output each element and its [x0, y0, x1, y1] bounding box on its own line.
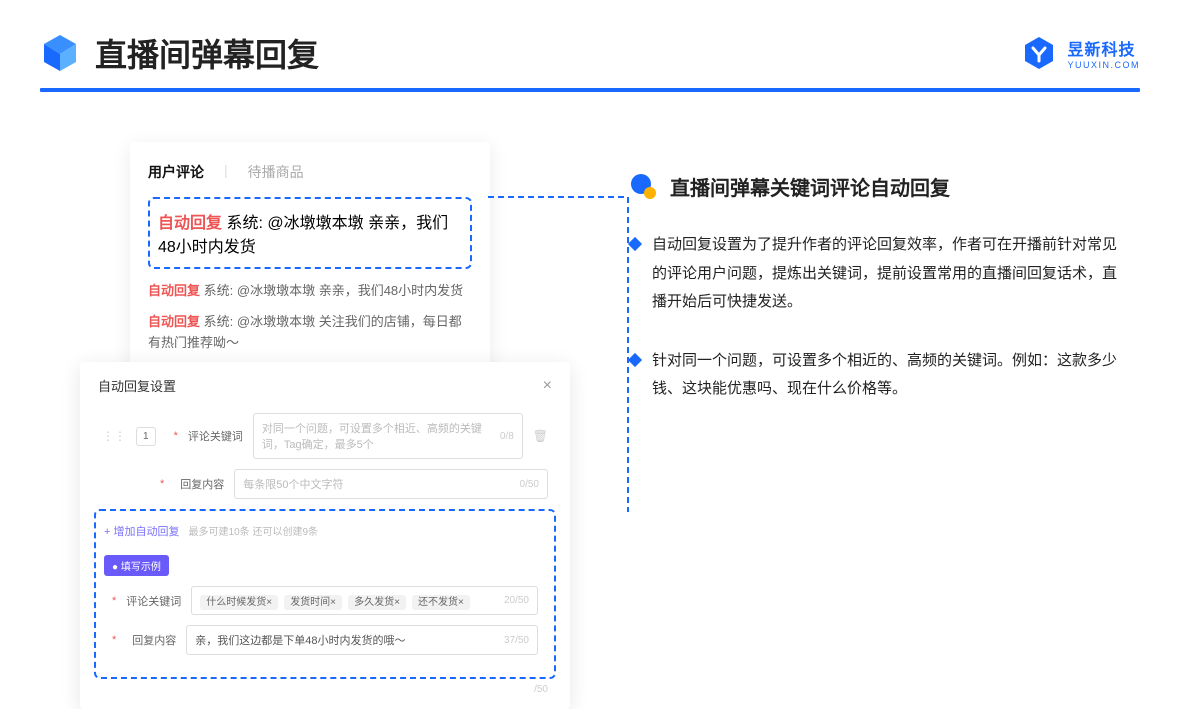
delete-icon[interactable]: 🗑: [533, 429, 548, 443]
keyword-count: 0/8: [500, 431, 514, 442]
close-icon[interactable]: ×: [543, 377, 552, 395]
comments-card: 用户评论 | 待播商品 自动回复 系统: @冰墩墩本墩 亲亲，我们48小时内发货…: [130, 142, 490, 383]
ex-content-input[interactable]: 亲，我们这边都是下单48小时内发货的哦～ 37/50: [186, 625, 538, 655]
ex-keyword-input[interactable]: 什么时候发货× 发货时间× 多久发货× 还不发货× 20/50: [191, 586, 538, 615]
sys-prefix: 系统:: [204, 314, 234, 329]
keyword-input[interactable]: 对同一个问题，可设置多个相近、高频的关键词，Tag确定，最多5个 0/8: [253, 413, 523, 459]
comment-text: @冰墩墩本墩 亲亲，我们48小时内发货: [237, 283, 463, 298]
outer-count: /50: [534, 684, 548, 695]
add-auto-reply-link[interactable]: + 增加自动回复: [104, 523, 179, 539]
bullet-item: 自动回复设置为了提升作者的评论回复效率，作者可在开播前针对常见的评论用户问题，提…: [630, 231, 1120, 317]
ex-keyword-count: 20/50: [504, 595, 529, 606]
required-mark: *: [160, 478, 164, 490]
auto-reply-tag: 自动回复: [148, 314, 200, 329]
right-column: 直播间弹幕关键词评论自动回复 自动回复设置为了提升作者的评论回复效率，作者可在开…: [630, 142, 1120, 434]
form-row-content: * 回复内容 每条限50个中文字符 0/50: [94, 469, 556, 499]
section-title: 直播间弹幕关键词评论自动回复: [670, 172, 950, 201]
sys-prefix: 系统:: [226, 215, 262, 232]
title-group: 直播间弹幕回复: [40, 30, 319, 76]
keyword-label: 评论关键词: [188, 428, 243, 444]
required-mark: *: [112, 634, 116, 646]
form-row-keyword: ⋮⋮ 1 * 评论关键词 对同一个问题，可设置多个相近、高频的关键词，Tag确定…: [94, 413, 556, 459]
add-hint: 最多可建10条 还可以创建9条: [189, 527, 318, 538]
auto-reply-tag: 自动回复: [158, 215, 222, 232]
index-badge: 1: [136, 427, 156, 446]
brand-name-cn: 昱新科技: [1067, 36, 1140, 60]
chat-bubble-icon: [630, 173, 658, 201]
content-input[interactable]: 每条限50个中文字符 0/50: [234, 469, 548, 499]
content-area: 用户评论 | 待播商品 自动回复 系统: @冰墩墩本墩 亲亲，我们48小时内发货…: [0, 92, 1180, 434]
content-label: 回复内容: [174, 476, 224, 492]
drag-handle-icon[interactable]: ⋮⋮: [102, 429, 126, 443]
required-mark: *: [112, 595, 116, 607]
bullet-text: 自动回复设置为了提升作者的评论回复效率，作者可在开播前针对常见的评论用户问题，提…: [652, 231, 1120, 317]
tag-pill[interactable]: 发货时间×: [284, 595, 342, 610]
tag-pill[interactable]: 多久发货×: [348, 595, 406, 610]
page-title: 直播间弹幕回复: [95, 30, 319, 76]
diamond-bullet-icon: [628, 237, 642, 251]
sys-prefix: 系统:: [204, 283, 234, 298]
ex-content-count: 37/50: [504, 635, 529, 646]
ex-keyword-label: 评论关键词: [126, 593, 181, 609]
brand-group: 昱新科技 YUUXIN.COM: [1021, 35, 1140, 71]
settings-card: 自动回复设置 × ⋮⋮ 1 * 评论关键词 对同一个问题，可设置多个相近、高频的…: [80, 362, 570, 709]
cube-icon: [40, 33, 80, 73]
left-column: 用户评论 | 待播商品 自动回复 系统: @冰墩墩本墩 亲亲，我们48小时内发货…: [130, 142, 570, 434]
ex-content-label: 回复内容: [126, 632, 176, 648]
brand-logo-icon: [1021, 35, 1057, 71]
auto-reply-tag: 自动回复: [148, 283, 200, 298]
page-header: 直播间弹幕回复 昱新科技 YUUXIN.COM: [0, 0, 1180, 76]
brand-name-en: YUUXIN.COM: [1067, 60, 1140, 70]
tab-pending-goods[interactable]: 待播商品: [248, 162, 304, 182]
bullet-text: 针对同一个问题，可设置多个相近的、高频的关键词。例如：这款多少钱、这块能优惠吗、…: [652, 347, 1120, 404]
example-keyword-row: * 评论关键词 什么时候发货× 发货时间× 多久发货× 还不发货× 20/50: [104, 586, 546, 615]
tag-pill[interactable]: 还不发货×: [412, 595, 470, 610]
brand-text: 昱新科技 YUUXIN.COM: [1067, 36, 1140, 70]
tag-pill[interactable]: 什么时候发货×: [200, 595, 278, 610]
settings-title: 自动回复设置: [98, 376, 176, 395]
comment-row: 自动回复 系统: @冰墩墩本墩 亲亲，我们48小时内发货: [148, 281, 472, 302]
keyword-placeholder: 对同一个问题，可设置多个相近、高频的关键词，Tag确定，最多5个: [262, 420, 500, 452]
diamond-bullet-icon: [628, 352, 642, 366]
example-content-row: * 回复内容 亲，我们这边都是下单48小时内发货的哦～ 37/50: [104, 625, 546, 655]
tab-user-comments[interactable]: 用户评论: [148, 162, 204, 182]
required-mark: *: [174, 430, 178, 442]
comment-row: 自动回复 系统: @冰墩墩本墩 关注我们的店铺，每日都有热门推荐呦～: [148, 312, 472, 354]
example-badge: ● 填写示例: [104, 555, 169, 576]
ex-content-text: 亲，我们这边都是下单48小时内发货的哦～: [195, 632, 405, 648]
highlighted-comment: 自动回复 系统: @冰墩墩本墩 亲亲，我们48小时内发货: [148, 197, 472, 269]
content-count: 0/50: [520, 479, 539, 490]
bullet-item: 针对同一个问题，可设置多个相近的、高频的关键词。例如：这款多少钱、这块能优惠吗、…: [630, 347, 1120, 404]
tabs: 用户评论 | 待播商品: [148, 162, 472, 182]
section-head: 直播间弹幕关键词评论自动回复: [630, 172, 1120, 201]
example-block: + 增加自动回复 最多可建10条 还可以创建9条 ● 填写示例 * 评论关键词 …: [94, 509, 556, 679]
content-placeholder: 每条限50个中文字符: [243, 476, 343, 492]
settings-header: 自动回复设置 ×: [94, 376, 556, 395]
